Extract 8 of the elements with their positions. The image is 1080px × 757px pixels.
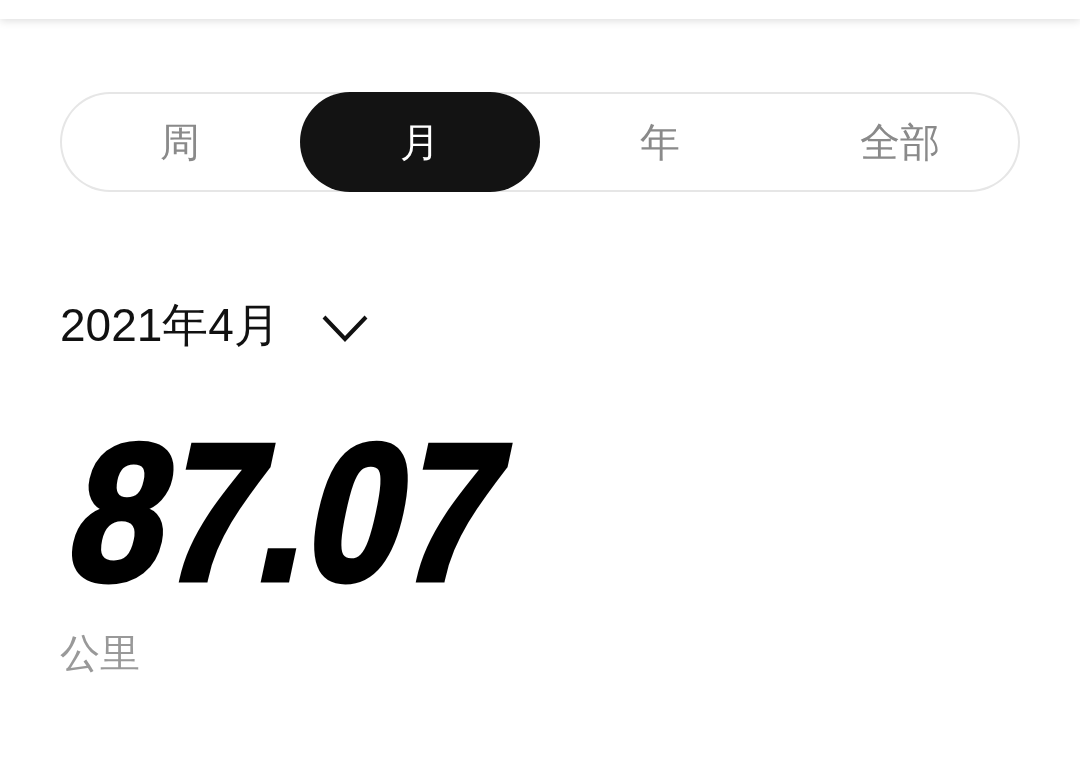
- period-tab[interactable]: 月: [300, 92, 540, 192]
- period-tab[interactable]: 周: [60, 92, 300, 192]
- month-picker[interactable]: 2021年4月: [60, 298, 368, 352]
- chevron-down-icon: [321, 314, 368, 342]
- distance-value: 87.07: [58, 430, 521, 596]
- distance-unit: 公里: [60, 630, 140, 676]
- period-tab[interactable]: 全部: [780, 92, 1020, 192]
- period-tab[interactable]: 年: [540, 92, 780, 192]
